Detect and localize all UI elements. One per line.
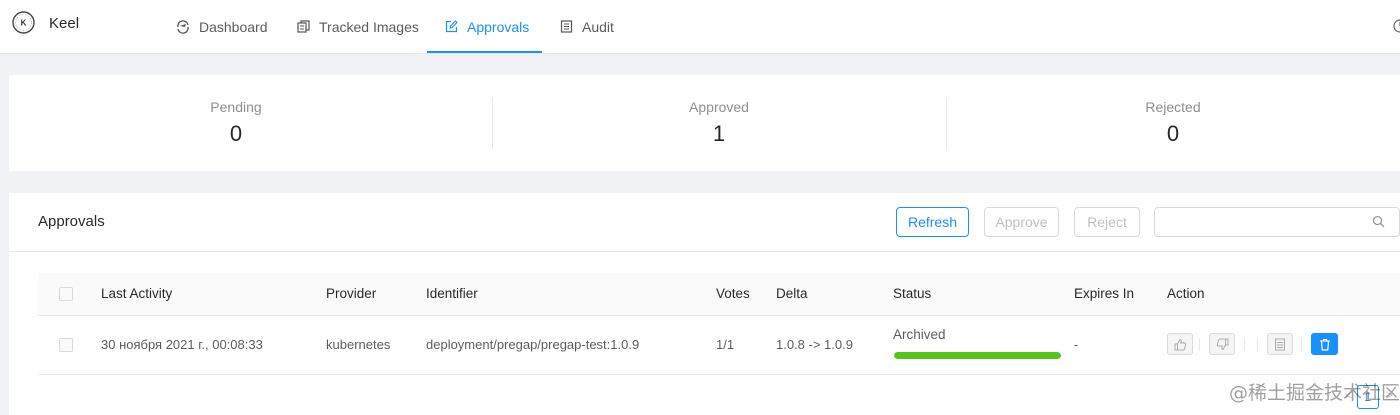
stat-pending-title: Pending [210, 99, 262, 115]
keel-logo-icon: K · · · [12, 11, 35, 38]
images-icon [297, 20, 310, 33]
row-checkbox[interactable] [59, 338, 73, 352]
stat-approved: Approved 1 [492, 75, 946, 171]
stats-panel: Pending 0 Approved 1 Rejected 0 [9, 75, 1400, 171]
status-progress-bar [894, 352, 1061, 359]
archive-action-button[interactable] [1267, 333, 1293, 355]
approve-button[interactable]: Approve [984, 207, 1059, 237]
help-icon[interactable] [1390, 16, 1400, 36]
nav-approvals[interactable]: Approvals [427, 0, 542, 53]
archive-icon [1275, 338, 1285, 350]
nav-approvals-label: Approvals [467, 18, 530, 35]
trash-icon [1319, 338, 1330, 351]
col-expires-in[interactable]: Expires In [1074, 286, 1134, 301]
search-input[interactable] [1165, 208, 1369, 236]
nav-dashboard[interactable]: Dashboard [176, 0, 268, 53]
nav-tracked-images-label: Tracked Images [319, 18, 419, 35]
table-row: 30 ноября 2021 г., 00:08:33 kubernetes d… [38, 316, 1400, 375]
reject-action-button[interactable] [1209, 333, 1235, 355]
stat-approved-value: 1 [712, 121, 726, 146]
col-status[interactable]: Status [893, 286, 931, 301]
nav-tracked-images[interactable]: Tracked Images [297, 0, 419, 53]
stat-rejected: Rejected 0 [946, 75, 1400, 171]
search-icon[interactable] [1372, 215, 1385, 228]
dashboard-icon [177, 19, 189, 34]
col-last-activity[interactable]: Last Activity [101, 286, 172, 301]
delete-action-button[interactable] [1311, 333, 1338, 355]
col-delta[interactable]: Delta [776, 286, 808, 301]
thumbs-up-icon [1174, 338, 1186, 350]
stat-rejected-value: 0 [1166, 121, 1180, 146]
row-provider: kubernetes [326, 337, 391, 352]
stat-pending-value: 0 [229, 121, 243, 146]
row-expires-in: - [1074, 337, 1079, 352]
col-votes[interactable]: Votes [716, 286, 750, 301]
nav-audit-label: Audit [582, 18, 614, 35]
status-progress-fill [894, 352, 1061, 359]
edit-icon [445, 20, 458, 33]
top-navbar: K · · · Keel Dashboard Tracked Images Ap… [0, 0, 1400, 54]
row-status: Archived [893, 327, 946, 342]
row-delta: 1.0.8 -> 1.0.9 [776, 337, 853, 352]
action-divider [1244, 338, 1245, 351]
svg-text:· · ·: · · · [21, 34, 26, 38]
approvals-card: Approvals Refresh Approve Reject Last Ac… [9, 193, 1400, 415]
nav-audit[interactable]: Audit [560, 0, 614, 53]
approve-action-button[interactable] [1167, 333, 1193, 355]
col-provider[interactable]: Provider [326, 286, 376, 301]
col-identifier[interactable]: Identifier [426, 286, 478, 301]
thumbs-down-icon [1216, 338, 1228, 350]
watermark-text: @稀土掘金技术社区 [1229, 382, 1400, 404]
nav-dashboard-label: Dashboard [199, 18, 268, 35]
stat-approved-title: Approved [689, 99, 749, 115]
audit-icon [560, 20, 573, 33]
search-box [1154, 207, 1400, 237]
row-last-activity: 30 ноября 2021 г., 00:08:33 [101, 337, 263, 352]
select-all-checkbox[interactable] [59, 287, 73, 301]
action-divider [1257, 338, 1258, 351]
reject-button[interactable]: Reject [1074, 207, 1140, 237]
row-identifier: deployment/pregap/pregap-test:1.0.9 [426, 337, 640, 352]
approvals-card-header: Approvals Refresh Approve Reject [9, 193, 1400, 252]
stat-rejected-title: Rejected [1145, 99, 1201, 115]
table-header: Last Activity Provider Identifier Votes … [38, 273, 1400, 316]
app-title: Keel [49, 15, 80, 32]
row-votes: 1/1 [716, 337, 735, 352]
action-divider [1199, 338, 1200, 351]
svg-text:K: K [21, 19, 27, 28]
action-divider [1301, 338, 1302, 351]
refresh-button[interactable]: Refresh [896, 207, 969, 237]
col-action: Action [1167, 286, 1205, 301]
stat-pending: Pending 0 [9, 75, 463, 171]
approvals-title: Approvals [38, 213, 105, 230]
